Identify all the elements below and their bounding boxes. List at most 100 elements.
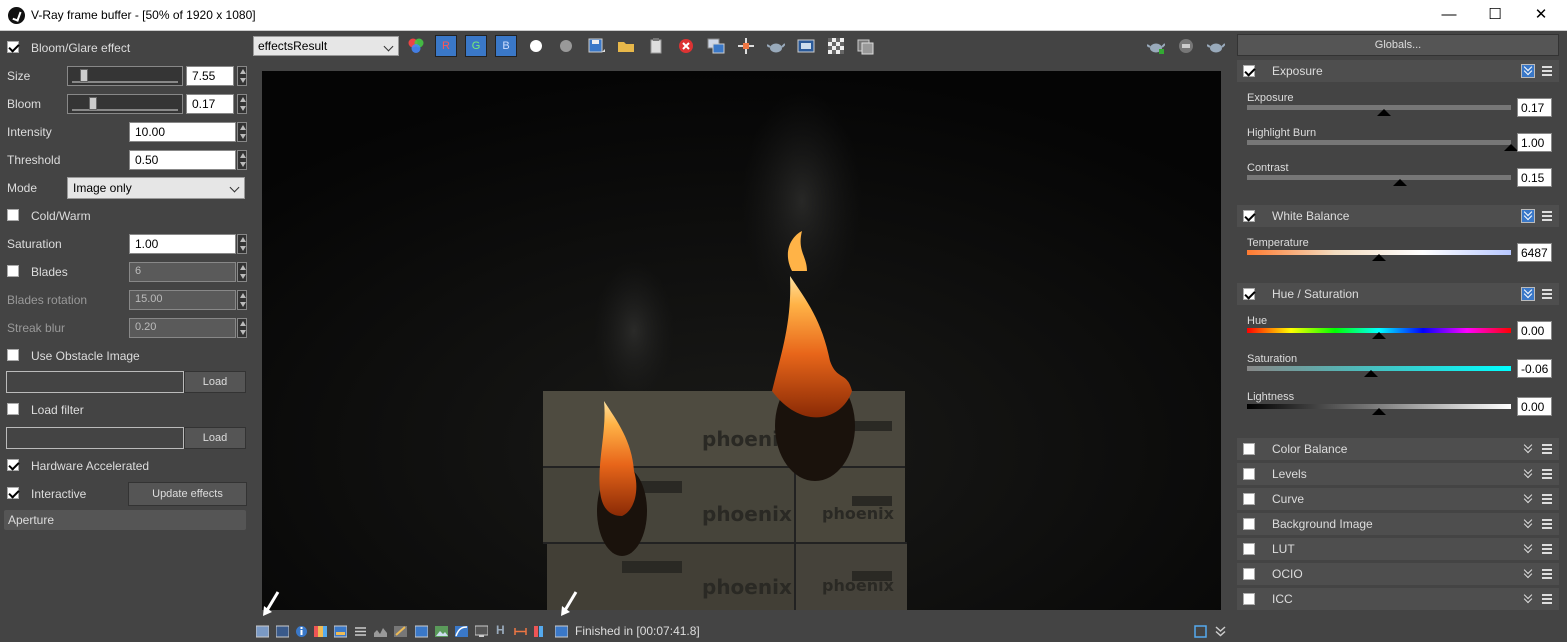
saturation-slider-handle[interactable] bbox=[1364, 370, 1379, 377]
bloom-glare-checkbox[interactable] bbox=[7, 41, 19, 53]
intensity-input[interactable]: 10.00 bbox=[129, 122, 236, 142]
curve-section-header[interactable]: Curve bbox=[1237, 488, 1559, 510]
exposure-checkbox[interactable] bbox=[1243, 65, 1255, 77]
histogram-icon[interactable] bbox=[374, 625, 387, 638]
render-region-icon[interactable] bbox=[555, 625, 568, 638]
gray-circle-icon[interactable] bbox=[557, 37, 575, 55]
stamp-icon[interactable] bbox=[394, 625, 407, 638]
lightness-slider-handle[interactable] bbox=[1372, 408, 1386, 415]
levels-checkbox[interactable] bbox=[1243, 468, 1255, 480]
menu-icon[interactable] bbox=[1542, 469, 1552, 479]
aperture-section[interactable]: Aperture bbox=[4, 510, 246, 530]
background-image-checkbox[interactable] bbox=[1243, 518, 1255, 530]
size-spinner[interactable] bbox=[237, 66, 247, 86]
hue-saturation-section-header[interactable]: Hue / Saturation bbox=[1237, 283, 1559, 305]
expand-icon[interactable] bbox=[1523, 593, 1533, 605]
clear-icon[interactable] bbox=[677, 37, 695, 55]
green-channel-button[interactable]: G bbox=[465, 35, 487, 57]
white-balance-section-header[interactable]: White Balance bbox=[1237, 205, 1559, 227]
bloom-input[interactable]: 0.17 bbox=[186, 94, 234, 114]
use-obstacle-checkbox[interactable] bbox=[7, 349, 19, 361]
menu-icon[interactable] bbox=[1542, 289, 1552, 299]
expand-icon[interactable] bbox=[1523, 493, 1533, 505]
render-viewport[interactable]: phoenix phoenix phoenix phoenix phoenix bbox=[262, 71, 1221, 610]
mode-dropdown[interactable]: Image only bbox=[67, 177, 245, 199]
levels-section-header[interactable]: Levels bbox=[1237, 463, 1559, 485]
bloom-slider-knob[interactable] bbox=[89, 97, 97, 110]
highlight-burn-slider[interactable] bbox=[1247, 140, 1511, 145]
streak-blur-spinner[interactable] bbox=[237, 318, 247, 338]
saturation-spinner[interactable] bbox=[237, 234, 247, 254]
color-balance-checkbox[interactable] bbox=[1243, 443, 1255, 455]
render-icon[interactable] bbox=[1147, 37, 1165, 55]
expand-icon[interactable] bbox=[1523, 543, 1533, 555]
panel-toggle-icon[interactable] bbox=[1194, 625, 1207, 638]
blades-input[interactable]: 6 bbox=[129, 262, 236, 282]
color-channels-icon[interactable] bbox=[407, 37, 425, 55]
filter-load-button[interactable]: Load bbox=[184, 427, 246, 449]
red-channel-button[interactable]: R bbox=[435, 35, 457, 57]
globals-button[interactable]: Globals... bbox=[1237, 34, 1559, 56]
menu-icon[interactable] bbox=[1542, 444, 1552, 454]
saturation-input[interactable]: 1.00 bbox=[129, 234, 236, 254]
menu-icon[interactable] bbox=[1542, 211, 1552, 221]
threshold-input[interactable]: 0.50 bbox=[129, 150, 236, 170]
streak-blur-input[interactable]: 0.20 bbox=[129, 318, 236, 338]
compare-icon[interactable] bbox=[276, 625, 289, 638]
region-icon[interactable] bbox=[737, 37, 755, 55]
ocio-checkbox[interactable] bbox=[1243, 568, 1255, 580]
lut-checkbox[interactable] bbox=[1243, 543, 1255, 555]
h-toggle[interactable]: H bbox=[496, 623, 509, 637]
collapse-icon[interactable] bbox=[1521, 64, 1535, 78]
bloom-slider[interactable] bbox=[67, 94, 183, 114]
hue-slider-handle[interactable] bbox=[1372, 332, 1386, 339]
temperature-value[interactable]: 6487 bbox=[1517, 243, 1552, 262]
update-effects-button[interactable]: Update effects bbox=[128, 482, 247, 506]
hue-value[interactable]: 0.00 bbox=[1517, 321, 1552, 340]
duplicate-icon[interactable] bbox=[707, 37, 725, 55]
close-button[interactable]: ✕ bbox=[1518, 0, 1564, 31]
bloom-spinner[interactable] bbox=[237, 94, 247, 114]
exposure-section-header[interactable]: Exposure bbox=[1237, 60, 1559, 82]
color-balance-section-header[interactable]: Color Balance bbox=[1237, 438, 1559, 460]
saturation-param-value[interactable]: -0.06 bbox=[1517, 359, 1552, 378]
blades-rotation-input[interactable]: 15.00 bbox=[129, 290, 236, 310]
menu-icon[interactable] bbox=[1542, 544, 1552, 554]
contrast-slider-handle[interactable] bbox=[1393, 179, 1408, 186]
save-icon[interactable] bbox=[587, 37, 605, 55]
highlight-burn-value[interactable]: 1.00 bbox=[1517, 133, 1552, 152]
collapse-icon[interactable] bbox=[1521, 287, 1535, 301]
blades-checkbox[interactable] bbox=[7, 265, 19, 277]
load-filter-checkbox[interactable] bbox=[7, 403, 19, 415]
obstacle-path-field[interactable] bbox=[6, 371, 184, 393]
info-icon[interactable] bbox=[295, 625, 308, 638]
lens-effects-icon[interactable] bbox=[334, 625, 347, 638]
split-icon[interactable] bbox=[514, 625, 527, 638]
filter-path-field[interactable] bbox=[6, 427, 184, 449]
contrast-value[interactable]: 0.15 bbox=[1517, 168, 1552, 187]
collapse-icon[interactable] bbox=[1521, 209, 1535, 223]
white-circle-icon[interactable] bbox=[527, 37, 545, 55]
image-icon[interactable] bbox=[435, 625, 448, 638]
expand-icon[interactable] bbox=[1523, 443, 1533, 455]
render-elements-icon[interactable] bbox=[534, 625, 547, 638]
hardware-accel-checkbox[interactable] bbox=[7, 459, 19, 471]
menu-icon[interactable] bbox=[1542, 594, 1552, 604]
icc-section-header[interactable]: ICC bbox=[1237, 588, 1559, 610]
menu-icon[interactable] bbox=[1542, 494, 1552, 504]
expand-icon[interactable] bbox=[1523, 468, 1533, 480]
menu-icon[interactable] bbox=[1542, 66, 1552, 76]
clipboard-icon[interactable] bbox=[647, 37, 665, 55]
size-slider-knob[interactable] bbox=[80, 69, 88, 82]
expand-icon[interactable] bbox=[1523, 568, 1533, 580]
menu-icon[interactable] bbox=[1542, 569, 1552, 579]
teapot-render-icon[interactable] bbox=[1207, 37, 1225, 55]
history-icon[interactable] bbox=[857, 37, 875, 55]
white-balance-checkbox[interactable] bbox=[1243, 210, 1255, 222]
exposure-value[interactable]: 0.17 bbox=[1517, 98, 1552, 117]
size-slider[interactable] bbox=[67, 66, 183, 86]
stop-icon[interactable] bbox=[1177, 37, 1195, 55]
menu-icon[interactable] bbox=[1542, 519, 1552, 529]
color-corrections-icon[interactable] bbox=[314, 625, 327, 638]
maximize-button[interactable]: ☐ bbox=[1472, 0, 1518, 31]
